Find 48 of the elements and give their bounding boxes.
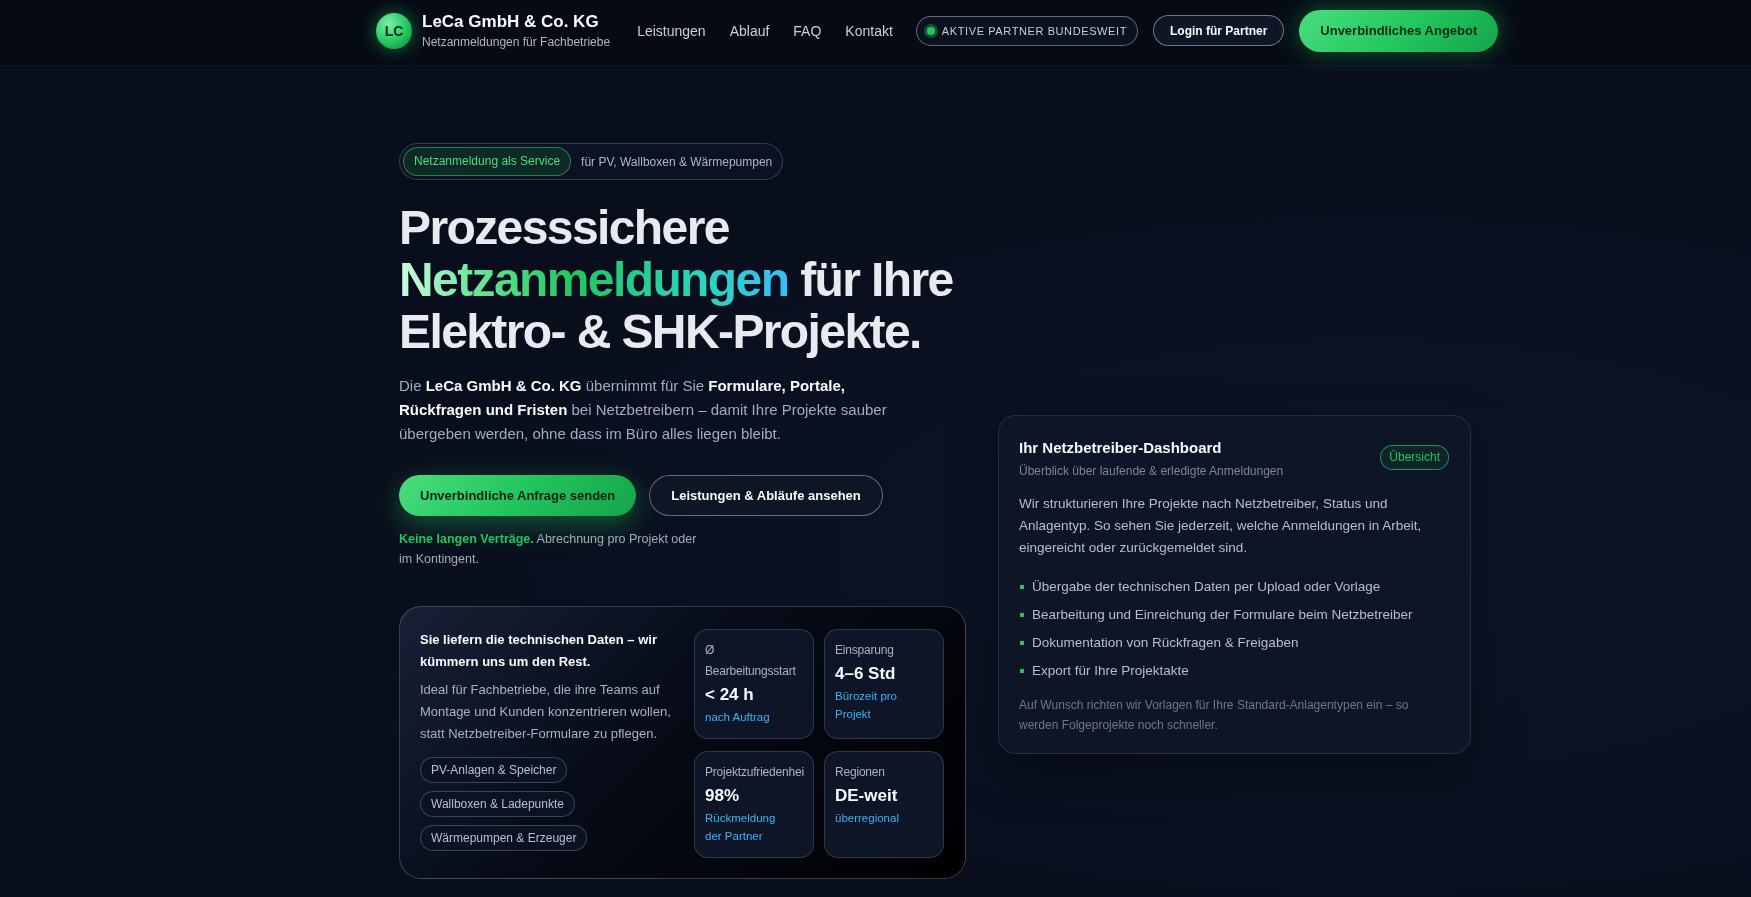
nav-link[interactable]: Ablauf <box>729 20 770 41</box>
request-button[interactable]: Unverbindliche Anfrage senden <box>399 475 637 516</box>
feature-item: Dokumentation von Rückfragen & Freigaben <box>1032 634 1299 652</box>
service-text: Ideal für Fachbetriebe, die ihre Teams auf Montage und Kunden konzentrieren wollen, statt Netzbetreiber-Formulare zu pflegen. <box>420 681 672 743</box>
stat-value: 98% <box>705 785 740 807</box>
square-bullet-icon <box>1020 641 1024 645</box>
nav-link[interactable]: Leistungen <box>637 20 706 41</box>
dashboard-title: Ihr Netzbetreiber-Dashboard <box>1019 438 1223 458</box>
stat-detail: überregional <box>835 811 899 826</box>
services-button[interactable]: Leistungen & Abläufe ansehen <box>649 475 883 516</box>
hero-intro: Die LeCa GmbH & Co. KG übernimmt für Sie Formulare, Portale, Rückfragen und Fristen bei Netzbetreibern – damit Ihre Projekte sauber übergeben werden, ohne dass im Büro alles liegen bleibt. <box>399 376 888 444</box>
stat-label: Ø Bearbeitungsstart <box>705 642 797 680</box>
category-tag: Wärmepumpen & Erzeuger <box>420 825 588 851</box>
service-title: Sie liefern die technischen Daten – wir kümmern uns um den Rest. <box>420 631 658 671</box>
stat-label: Einsparung <box>835 642 894 659</box>
square-bullet-icon <box>1020 613 1024 617</box>
stat-label: Regionen <box>835 764 885 781</box>
pricing-note: Keine langen Verträge. Abrechnung pro Projekt oder im Kontingent. <box>399 531 698 568</box>
category-tag: PV-Anlagen & Speicher <box>420 757 568 783</box>
logo: LC <box>376 12 412 49</box>
stat-detail: nach Auftrag <box>705 710 770 725</box>
brand-tagline: Netzanmeldungen für Fachbetriebe <box>422 34 611 50</box>
stat-value: < 24 h <box>705 684 754 706</box>
stat-detail: Bürozeit pro Projekt <box>835 689 898 722</box>
square-bullet-icon <box>1020 669 1024 673</box>
feature-item: Export für Ihre Projektakte <box>1032 662 1189 680</box>
square-bullet-icon <box>1020 585 1024 589</box>
eyebrow-text: für PV, Wallboxen & Wärmepumpen <box>581 154 773 169</box>
stat-detail: Rückmeldung der Partner <box>705 811 777 844</box>
stat-value: DE-weit <box>835 785 898 807</box>
dashboard-footnote: Auf Wunsch richten wir Vorlagen für Ihre Standard-Anlagentypen ein – so werden Folgeprojekte noch schneller. <box>1019 697 1410 734</box>
status-text: AKTIVE PARTNER BUNDESWEIT <box>941 24 1127 37</box>
hero-headline: Prozesssichere Netzanmeldungen für Ihre Elektro- & SHK-Projekte. <box>399 202 954 358</box>
dashboard-text: Wir strukturieren Ihre Projekte nach Netzbetreiber, Status und Anlagentyp. So sehen Sie jederzeit, welche Anmeldungen in Arbeit, eingereicht oder zurückgemeldet sind. <box>1019 495 1423 557</box>
category-tag: Wallboxen & Ladepunkte <box>420 791 575 817</box>
login-button[interactable]: Login für Partner <box>1152 15 1285 46</box>
nav-link[interactable]: Kontakt <box>845 20 893 41</box>
overview-badge: Übersicht <box>1380 445 1449 470</box>
feature-item: Übergabe der technischen Daten per Upload oder Vorlage <box>1032 578 1381 596</box>
brand-name: LeCa GmbH & Co. KG <box>422 11 600 32</box>
nav-link[interactable]: FAQ <box>793 20 822 41</box>
dashboard-subtitle: Überblick über laufende & erledigte Anmeldungen <box>1019 463 1284 479</box>
stat-value: 4–6 Std <box>835 663 896 685</box>
feature-item: Bearbeitung und Einreichung der Formulare beim Netzbetreiber <box>1032 606 1413 624</box>
service-tag: Netzanmeldung als Service <box>403 147 572 176</box>
offer-button[interactable]: Unverbindliches Angebot <box>1299 9 1499 52</box>
stat-label: Projektzufriedenhei <box>705 764 804 781</box>
status-dot-icon <box>923 23 938 38</box>
